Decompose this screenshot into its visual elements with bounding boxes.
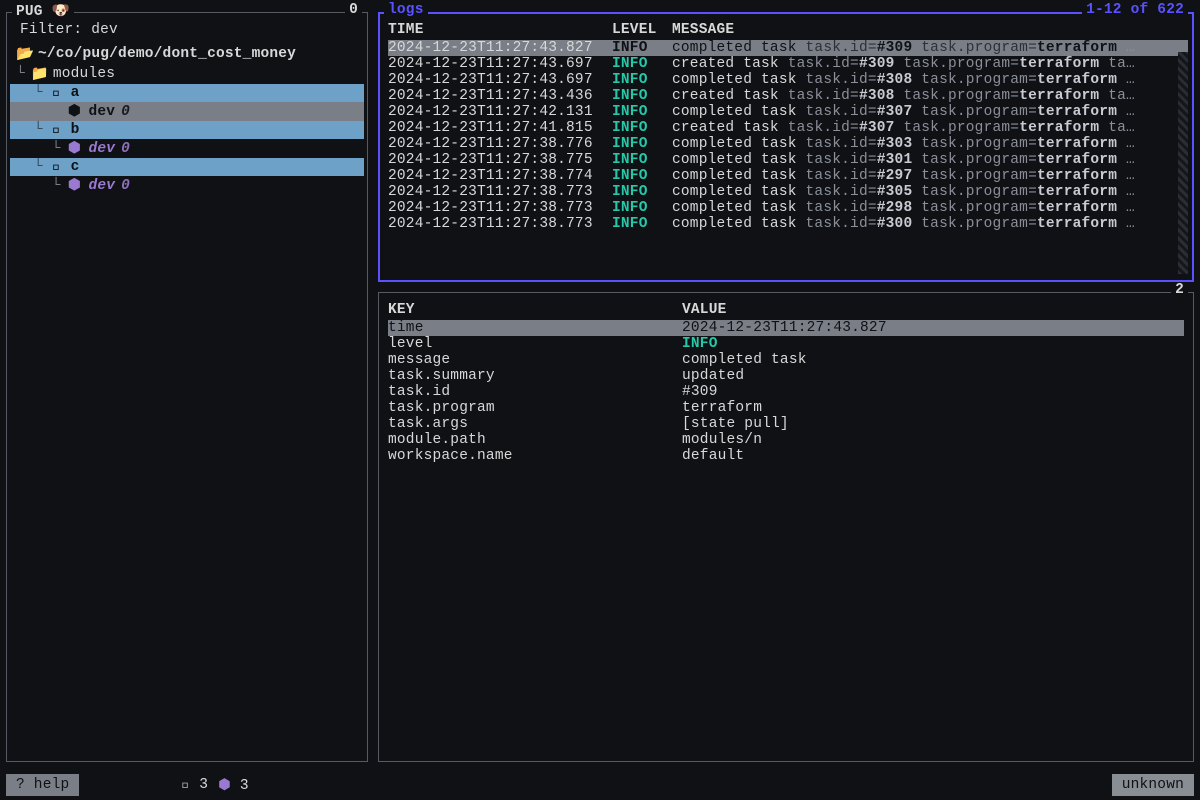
- module-icon: 󰠱: [49, 85, 65, 101]
- tree-root[interactable]: 📂~/co/pug/demo/dont_cost_money: [10, 44, 364, 64]
- module-icon: 󰠱: [181, 777, 190, 793]
- tree-ws-a-dev[interactable]: └ ⬢dev 0: [10, 102, 364, 121]
- log-row[interactable]: 2024-12-23T11:27:42.131INFOcompleted tas…: [388, 104, 1188, 120]
- tree-modules[interactable]: └ 📁modules: [10, 64, 364, 84]
- filter-input[interactable]: Filter: dev: [10, 20, 364, 44]
- module-icon: 󰠱: [49, 159, 65, 175]
- log-row[interactable]: 2024-12-23T11:27:41.815INFOcreated task …: [388, 120, 1188, 136]
- log-row[interactable]: 2024-12-23T11:27:38.773INFOcompleted tas…: [388, 216, 1188, 232]
- log-row[interactable]: 2024-12-23T11:27:43.827INFOcompleted tas…: [388, 40, 1188, 56]
- log-row[interactable]: 2024-12-23T11:27:38.775INFOcompleted tas…: [388, 152, 1188, 168]
- module-tree[interactable]: 📂~/co/pug/demo/dont_cost_money└ 📁modules…: [10, 44, 364, 195]
- app-title: PUG 🐶: [12, 2, 74, 20]
- workspace-icon: ⬢: [218, 778, 231, 794]
- workspace-icon: ⬢: [67, 103, 83, 120]
- workspace-icon: ⬢: [67, 140, 83, 157]
- logs-scrollbar[interactable]: [1178, 52, 1188, 274]
- folder-open-icon: 📂: [16, 45, 32, 63]
- detail-row-task-summary[interactable]: task.summaryupdated: [388, 368, 1184, 384]
- log-row[interactable]: 2024-12-23T11:27:43.436INFOcreated task …: [388, 88, 1188, 104]
- detail-row-task-program[interactable]: task.programterraform: [388, 400, 1184, 416]
- logs-title: logs: [384, 2, 428, 18]
- status-text: unknown: [1112, 774, 1194, 796]
- log-row[interactable]: 2024-12-23T11:27:38.773INFOcompleted tas…: [388, 184, 1188, 200]
- log-row[interactable]: 2024-12-23T11:27:38.776INFOcompleted tas…: [388, 136, 1188, 152]
- detail-row-level[interactable]: levelINFO: [388, 336, 1184, 352]
- detail-row-module-path[interactable]: module.pathmodules/n: [388, 432, 1184, 448]
- detail-row-message[interactable]: messagecompleted task: [388, 352, 1184, 368]
- logs-range: 1-12 of 622: [1082, 2, 1188, 18]
- status-bar: ? help 󰠱 3 ⬢ 3 unknown: [6, 774, 1194, 796]
- detail-row-task-id[interactable]: task.id#309: [388, 384, 1184, 400]
- tree-ws-c-dev[interactable]: └ ⬢dev 0: [10, 176, 364, 195]
- help-hint[interactable]: ? help: [6, 774, 79, 796]
- workspace-icon: ⬢: [67, 177, 83, 194]
- logs-header: TIME LEVEL MESSAGE: [388, 22, 1188, 40]
- folder-icon: 📁: [31, 65, 47, 83]
- tree-module-a[interactable]: └ 󰠱a: [10, 84, 364, 102]
- log-row[interactable]: 2024-12-23T11:27:38.774INFOcompleted tas…: [388, 168, 1188, 184]
- module-icon: 󰠱: [49, 122, 65, 138]
- log-details-panel[interactable]: 2 KEY VALUE time2024-12-23T11:27:43.827l…: [378, 292, 1194, 762]
- detail-row-task-args[interactable]: task.args[state pull]: [388, 416, 1184, 432]
- tree-ws-b-dev[interactable]: └ ⬢dev 0: [10, 139, 364, 158]
- footer-stats: 󰠱 3 ⬢ 3: [181, 777, 248, 794]
- explorer-panel[interactable]: PUG 🐶 0 Filter: dev 📂~/co/pug/demo/dont_…: [6, 12, 368, 762]
- detail-row-time[interactable]: time2024-12-23T11:27:43.827: [388, 320, 1184, 336]
- tree-module-c[interactable]: └ 󰠱c: [10, 158, 364, 176]
- log-row[interactable]: 2024-12-23T11:27:43.697INFOcreated task …: [388, 56, 1188, 72]
- log-row[interactable]: 2024-12-23T11:27:38.773INFOcompleted tas…: [388, 200, 1188, 216]
- details-header: KEY VALUE: [388, 302, 1184, 320]
- details-counter: 2: [1171, 282, 1188, 298]
- detail-row-workspace-name[interactable]: workspace.namedefault: [388, 448, 1184, 464]
- tree-module-b[interactable]: └ 󰠱b: [10, 121, 364, 139]
- logs-panel[interactable]: logs 1-12 of 622 TIME LEVEL MESSAGE 2024…: [378, 12, 1194, 282]
- explorer-counter: 0: [345, 2, 362, 18]
- log-row[interactable]: 2024-12-23T11:27:43.697INFOcompleted tas…: [388, 72, 1188, 88]
